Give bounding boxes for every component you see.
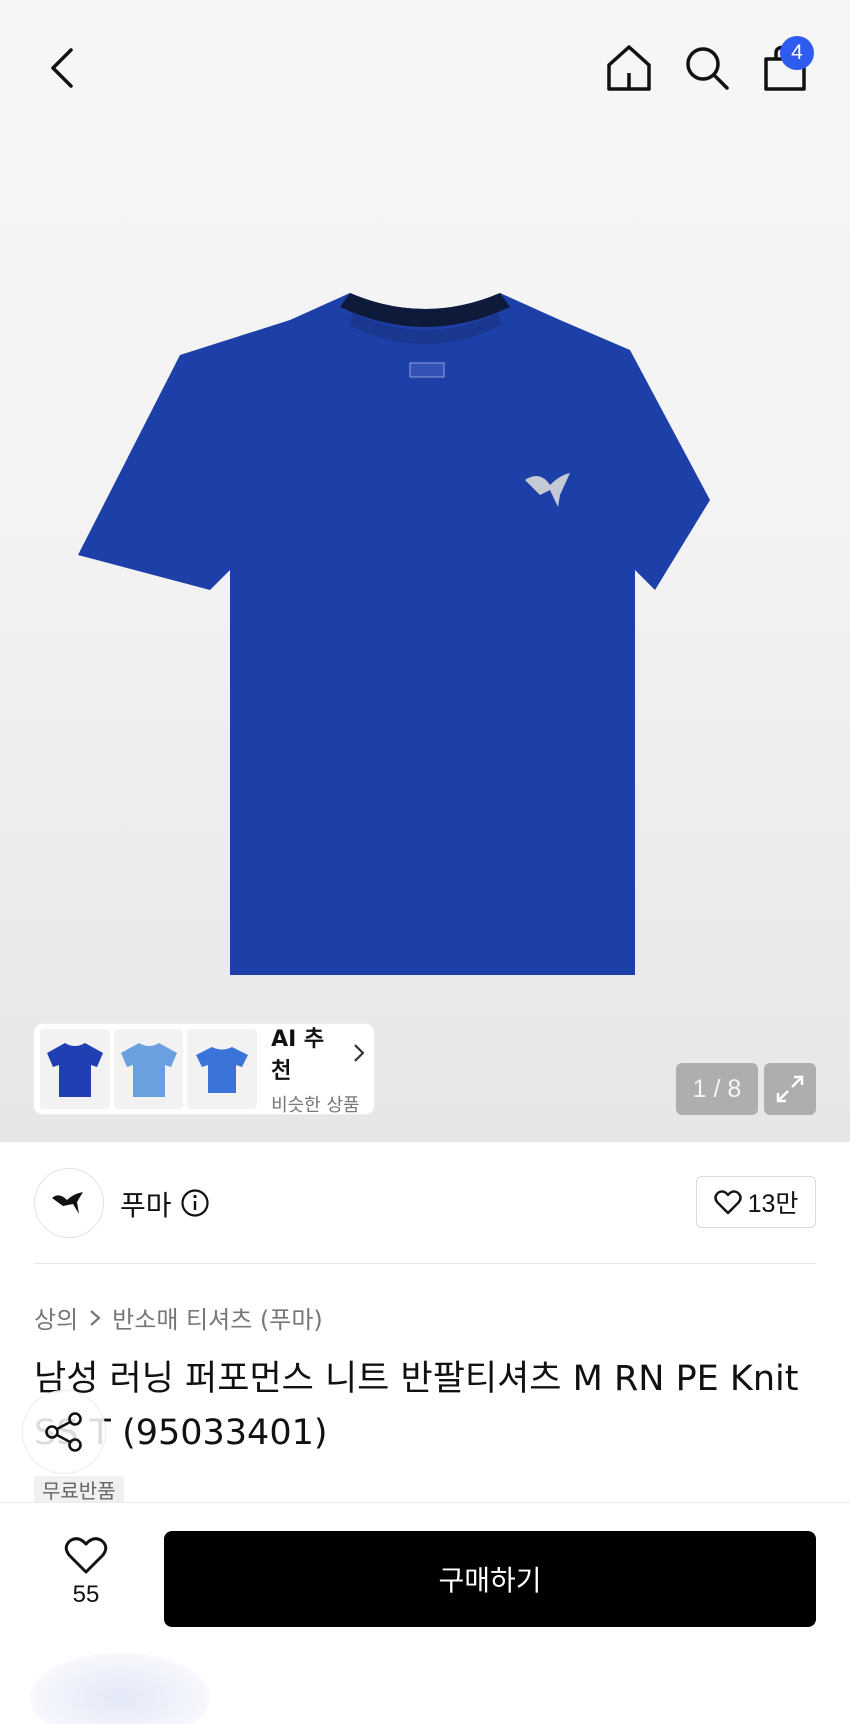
brand-info-button[interactable] — [180, 1188, 210, 1222]
ai-recommendation-text: AI 추천 비슷한 상품 — [271, 1021, 368, 1117]
back-icon — [51, 48, 73, 88]
wishlist-button[interactable]: 55 — [46, 1535, 126, 1625]
ai-recommendation-subtitle: 비슷한 상품 — [271, 1095, 360, 1116]
product-gallery[interactable]: 4 AI 추천 비슷한 상품 1 / 8 — [0, 0, 850, 1142]
chevron-right-icon — [90, 1309, 101, 1326]
brand-logo[interactable] — [34, 1168, 104, 1238]
expand-icon — [776, 1075, 804, 1103]
share-button[interactable] — [22, 1390, 106, 1474]
share-icon — [45, 1412, 82, 1452]
ai-recommendation-label: AI 추천 — [271, 1027, 325, 1084]
wishlist-count: 55 — [72, 1581, 100, 1608]
brand-name[interactable]: 푸마 — [120, 1184, 172, 1224]
image-page-indicator: 1 / 8 — [676, 1063, 758, 1115]
info-icon — [181, 1189, 209, 1217]
background-blur — [30, 1653, 210, 1724]
tshirt-thumbnail-image — [120, 1043, 177, 1097]
ai-recommendation-card[interactable]: AI 추천 비슷한 상품 — [34, 1021, 374, 1117]
breadcrumb-item[interactable]: 상의 — [34, 1300, 78, 1335]
breadcrumb-item[interactable]: 반소매 티셔츠 (푸마) — [112, 1300, 323, 1335]
product-image[interactable] — [70, 285, 780, 985]
back-button[interactable] — [30, 36, 94, 100]
home-icon — [607, 45, 651, 91]
brand-like-count: 13만 — [747, 1190, 799, 1218]
heart-outline-icon — [64, 1537, 108, 1574]
recommended-thumbnail[interactable] — [187, 1029, 258, 1109]
search-button[interactable] — [675, 36, 739, 100]
breadcrumb: 상의 반소매 티셔츠 (푸마) — [34, 1300, 323, 1335]
brand-row: 푸마 13만 — [34, 1168, 816, 1238]
ai-recommendation-title: AI 추천 — [271, 1021, 368, 1085]
divider — [34, 1263, 816, 1264]
brand-like-button[interactable]: 13만 — [696, 1176, 816, 1228]
tshirt-thumbnail-image — [196, 1047, 249, 1093]
product-title: 남성 러닝 퍼포먼스 니트 반팔티셔츠 M RN PE Knit SS T (9… — [34, 1359, 799, 1453]
puma-logo-icon — [52, 1192, 83, 1214]
search-icon — [686, 47, 729, 90]
cart-count-badge: 4 — [780, 36, 814, 70]
chevron-right-icon — [354, 1044, 365, 1062]
fullscreen-button[interactable] — [764, 1063, 816, 1115]
home-button[interactable] — [597, 36, 661, 100]
recommended-thumbnail[interactable] — [113, 1029, 184, 1109]
tshirt-thumbnail-image — [46, 1043, 103, 1097]
top-navigation-bar: 4 — [0, 0, 850, 140]
buy-button[interactable]: 구매하기 — [164, 1531, 816, 1627]
bottom-action-bar: 55 구매하기 — [0, 1502, 850, 1724]
heart-outline-icon — [713, 1190, 742, 1215]
recommended-thumbnail[interactable] — [40, 1029, 110, 1109]
